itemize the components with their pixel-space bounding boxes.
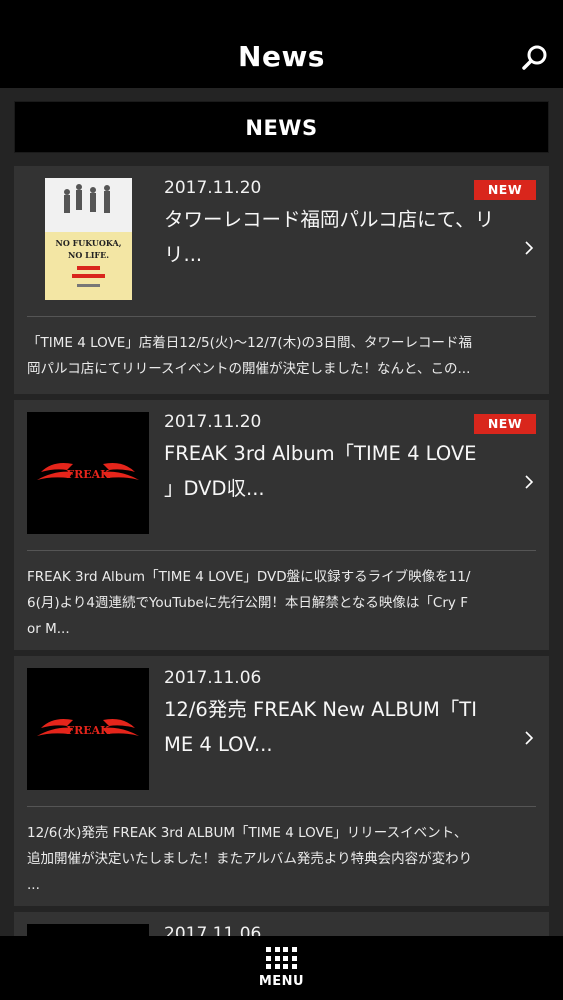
tower-records-poster-image: NO FUKUOKA, NO LIFE.	[27, 178, 149, 300]
section-title: NEWS	[245, 116, 318, 140]
news-headline[interactable]: タワーレコード福岡パルコ店にて、リ リ...	[164, 202, 504, 272]
news-excerpt: FREAK 3rd Album「TIME 4 LOVE」DVD盤に収録するライブ…	[27, 569, 471, 637]
divider	[27, 806, 536, 807]
freak-logo-image: FREAK	[27, 412, 149, 534]
news-item[interactable]: FREAK 2017.11.06 12/6発売 FREAK New ALBUM「…	[14, 656, 549, 906]
chevron-right-icon[interactable]	[523, 474, 535, 490]
news-excerpt: 12/6(水)発売 FREAK 3rd ALBUM「TIME 4 LOVE」リリ…	[27, 825, 473, 893]
news-headline[interactable]: FREAK 3rd Album「TIME 4 LOVE 」DVD収...	[164, 436, 504, 506]
poster-text-line2: NO LIFE.	[68, 250, 109, 260]
news-thumbnail: FREAK	[27, 668, 149, 790]
chevron-right-icon[interactable]	[523, 730, 535, 746]
grid-menu-icon[interactable]	[266, 947, 297, 969]
news-date: 2017.11.06	[164, 668, 262, 688]
news-thumbnail: FREAK	[27, 412, 149, 534]
new-badge: NEW	[474, 180, 536, 200]
news-date: 2017.11.06	[164, 924, 262, 936]
new-badge: NEW	[474, 414, 536, 434]
page-title: News	[238, 40, 325, 73]
bottom-menu-bar[interactable]: MENU	[0, 936, 563, 1000]
section-header: NEWS	[14, 101, 549, 153]
poster-text-line1: NO FUKUOKA,	[56, 238, 122, 248]
news-headline[interactable]: 12/6発売 FREAK New ALBUM「TI ME 4 LOV...	[164, 692, 504, 762]
news-date: 2017.11.20	[164, 412, 262, 432]
menu-label[interactable]: MENU	[0, 974, 563, 989]
news-thumbnail: NO FUKUOKA, NO LIFE.	[27, 178, 149, 300]
divider	[27, 550, 536, 551]
news-list[interactable]: NEWS NO FUKUOKA, NO LIFE. 2017.11.20 NEW…	[0, 88, 563, 936]
divider	[27, 316, 536, 317]
news-excerpt: 「TIME 4 LOVE」店着日12/5(火)〜12/7(木)の3日間、タワーレ…	[27, 335, 473, 377]
news-item[interactable]: 2017.11.06	[14, 912, 549, 936]
news-item[interactable]: FREAK 2017.11.20 NEW FREAK 3rd Album「TIM…	[14, 400, 549, 650]
top-bar: News	[0, 0, 563, 88]
chevron-right-icon[interactable]	[523, 240, 535, 256]
freak-logo-image: FREAK	[27, 668, 149, 790]
news-date: 2017.11.20	[164, 178, 262, 198]
news-thumbnail	[27, 924, 149, 936]
news-item[interactable]: NO FUKUOKA, NO LIFE. 2017.11.20 NEW タワーレ…	[14, 166, 549, 394]
search-icon[interactable]	[521, 44, 549, 72]
freak-logo-text: FREAK	[66, 724, 110, 737]
freak-logo-text: FREAK	[66, 468, 110, 481]
